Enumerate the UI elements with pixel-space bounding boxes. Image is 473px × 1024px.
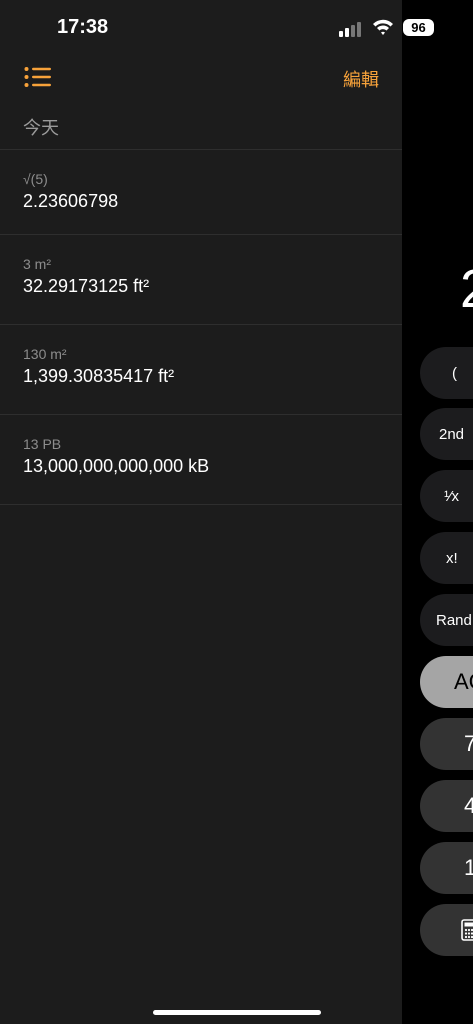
key-label: 4 bbox=[464, 793, 473, 818]
key-rand[interactable]: Rand bbox=[420, 594, 473, 646]
history-expression: 3 m² bbox=[23, 256, 51, 272]
calculator-mode-button[interactable] bbox=[420, 904, 473, 956]
history-result: 1,399.30835417 ft² bbox=[23, 366, 175, 386]
history-expression: 13 PB bbox=[23, 436, 62, 452]
key-label: 7 bbox=[464, 731, 473, 756]
divider bbox=[0, 234, 402, 235]
history-result: 2.23606798 bbox=[23, 191, 119, 211]
history-entry[interactable]: 13 PB 13,000,000,000,000 kB bbox=[23, 436, 209, 477]
key-2nd[interactable]: 2nd bbox=[420, 408, 473, 460]
edit-button[interactable]: 編輯 bbox=[343, 66, 379, 92]
key-label: x! bbox=[446, 549, 458, 567]
status-time: 17:38 bbox=[57, 16, 109, 38]
key-reciprocal[interactable]: ¹⁄x bbox=[420, 470, 473, 522]
key-label: Rand bbox=[436, 611, 472, 629]
section-title-today: 今天 bbox=[23, 118, 59, 139]
key-label: ¹⁄x bbox=[444, 487, 459, 505]
key-label: 2nd bbox=[439, 425, 465, 443]
calculator-icon bbox=[461, 919, 473, 941]
history-entry[interactable]: √(5) 2.23606798 bbox=[23, 171, 118, 212]
list-icon[interactable] bbox=[24, 66, 52, 88]
key-1[interactable]: 1 bbox=[420, 842, 473, 894]
divider bbox=[0, 504, 402, 505]
calculator-display: 2 bbox=[460, 262, 473, 316]
screen: 2 ( 2nd ¹⁄x x! Rand AC 7 4 1 17:38 bbox=[0, 0, 473, 1024]
history-result: 32.29173125 ft² bbox=[23, 276, 150, 296]
key-open-paren[interactable]: ( bbox=[420, 347, 473, 399]
key-label: 1 bbox=[464, 855, 473, 880]
history-result: 13,000,000,000,000 kB bbox=[23, 456, 210, 476]
history-expression: 130 m² bbox=[23, 346, 67, 362]
divider bbox=[0, 149, 402, 150]
key-7[interactable]: 7 bbox=[420, 718, 473, 770]
history-expression: √(5) bbox=[23, 171, 48, 187]
wifi-icon bbox=[373, 19, 393, 35]
battery-indicator: 96 bbox=[403, 19, 434, 36]
divider bbox=[0, 414, 402, 415]
key-label: ( bbox=[452, 364, 457, 382]
history-entry[interactable]: 3 m² 32.29173125 ft² bbox=[23, 256, 149, 297]
history-entry[interactable]: 130 m² 1,399.30835417 ft² bbox=[23, 346, 174, 387]
key-label: AC bbox=[454, 669, 473, 694]
key-ac[interactable]: AC bbox=[420, 656, 473, 708]
cellular-signal-icon bbox=[339, 21, 363, 37]
key-4[interactable]: 4 bbox=[420, 780, 473, 832]
home-indicator[interactable] bbox=[153, 1010, 321, 1015]
key-factorial[interactable]: x! bbox=[420, 532, 473, 584]
divider bbox=[0, 324, 402, 325]
history-sheet: 17:38 96 編輯 今天 √(5) 2.23606798 3 m² 32.2… bbox=[0, 0, 434, 1024]
